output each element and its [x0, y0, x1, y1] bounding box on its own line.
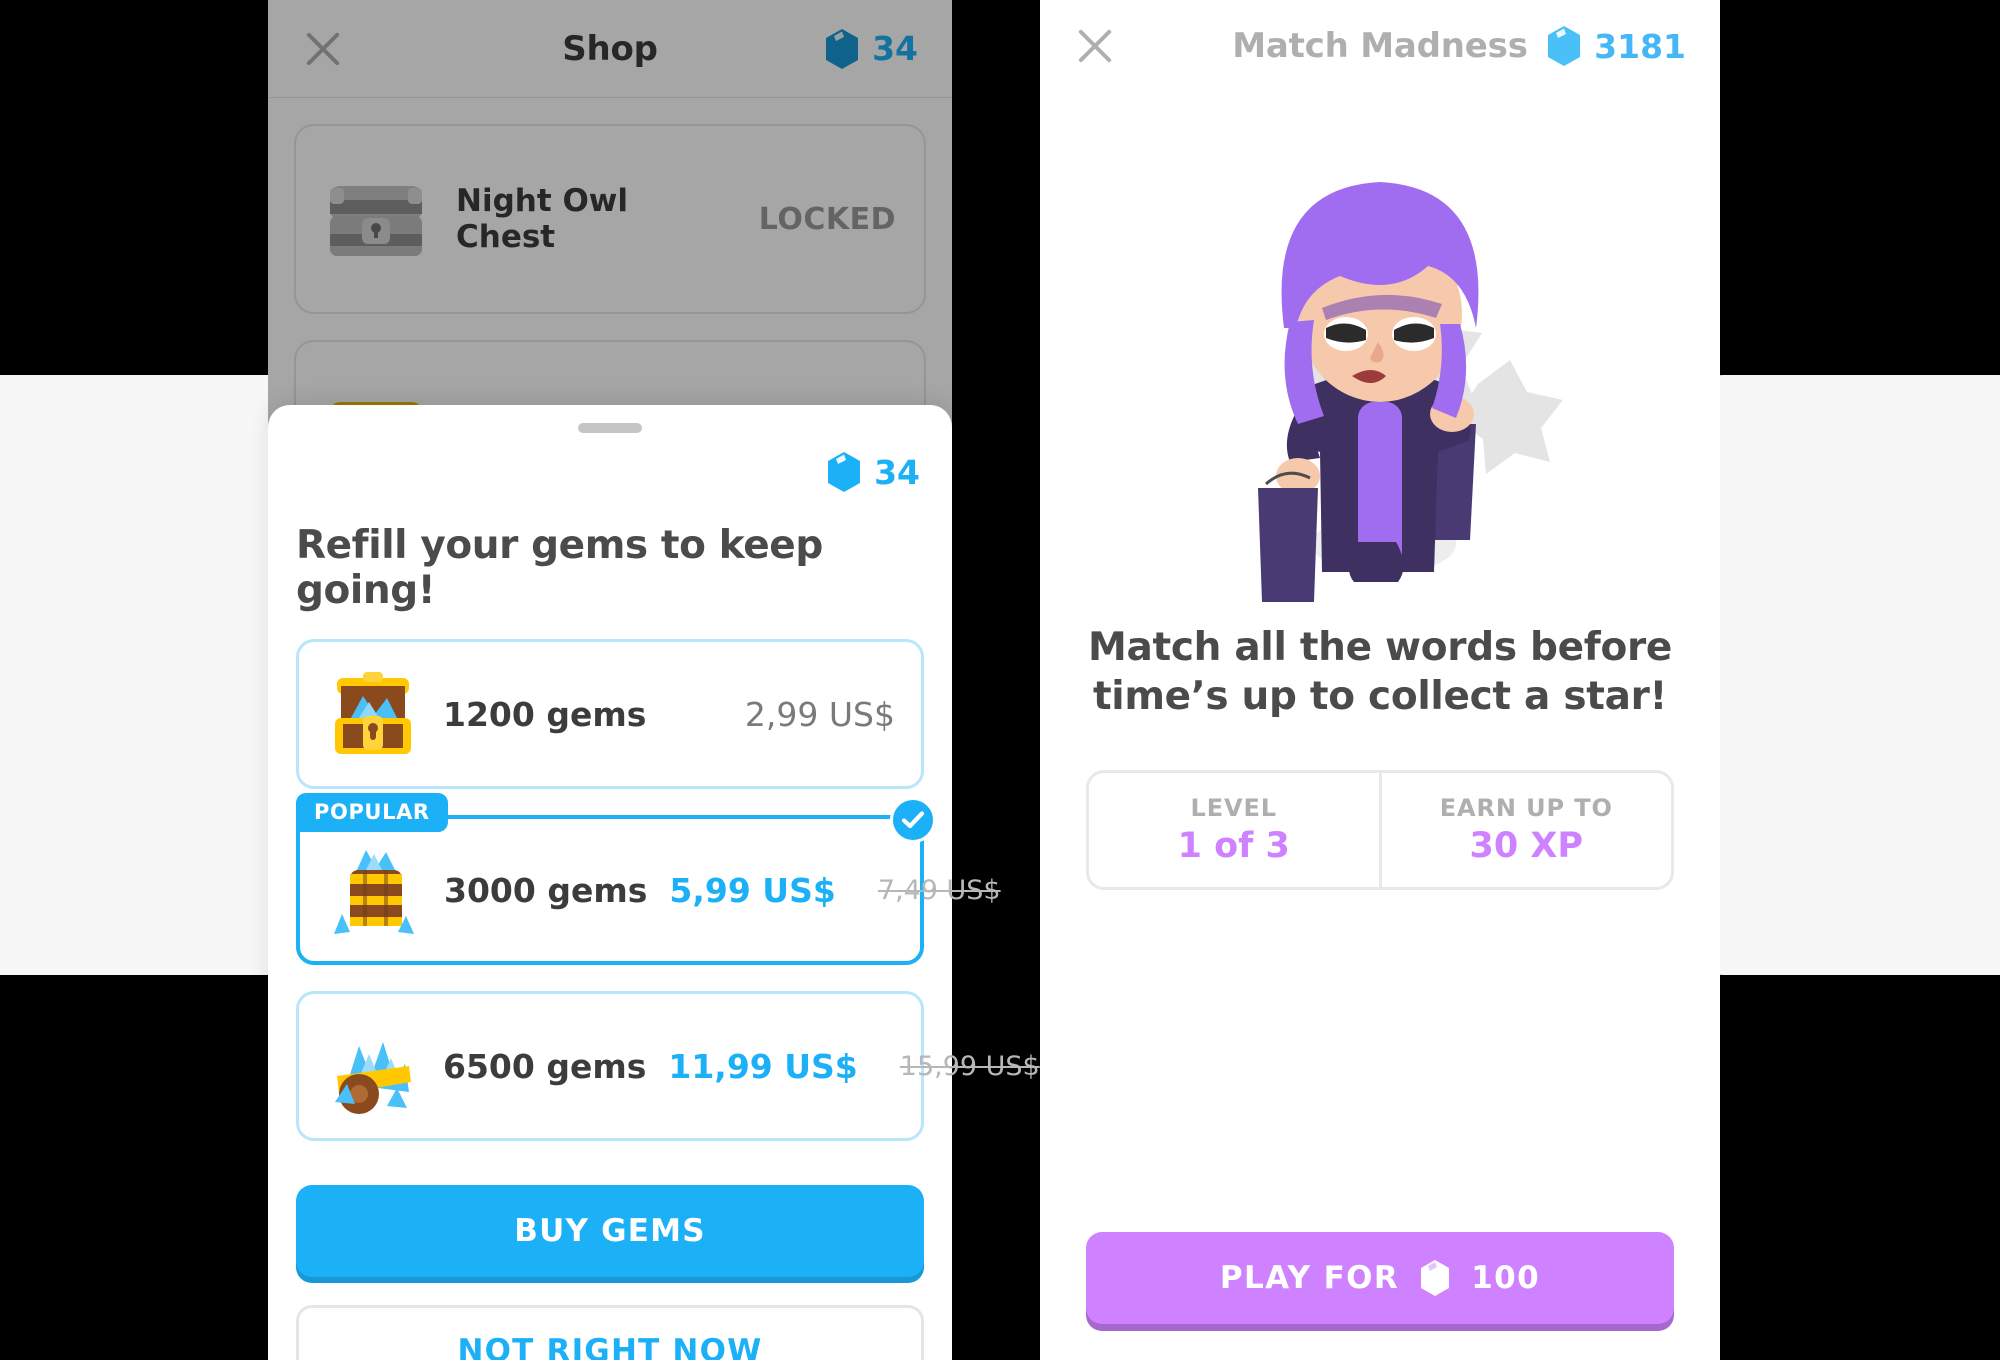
sheet-title: Refill your gems to keep going! — [296, 523, 823, 613]
gem-icon — [1546, 25, 1582, 67]
play-for-button[interactable]: PLAY FOR 100 — [1086, 1232, 1674, 1324]
sheet-gem-count: 34 — [874, 452, 920, 492]
shop-row-action: LOCKED — [758, 201, 896, 237]
gem-pack-price: 11,99 US$ — [668, 1046, 858, 1086]
game-description: Match all the words before time’s up to … — [1087, 625, 1673, 719]
game-gem-counter[interactable]: 3181 — [1546, 25, 1686, 67]
shop-row-name: Night Owl Chest — [456, 183, 629, 255]
gem-pack-option[interactable]: 6500 gems 11,99 US$ 15,99 US$ — [296, 991, 1040, 1141]
gem-pack-option[interactable]: POPULAR 3000 gems 5,99 US$ 7,49 US$ — [296, 793, 1001, 965]
gem-pack-old-price: 7,49 US$ — [877, 874, 1001, 906]
gem-pack-name: 1200 gems — [443, 694, 647, 734]
drag-handle[interactable] — [578, 423, 642, 433]
match-madness-screen: Match Madness 3181 Match all the words b… — [1040, 0, 1720, 1360]
shop-gem-count: 34 — [872, 29, 918, 68]
gem-cart-icon — [325, 1014, 421, 1118]
gem-pack-price: 5,99 US$ — [669, 870, 836, 910]
gem-pack-price: 2,99 US$ — [744, 694, 895, 734]
stat-value: 1 of 3 — [1177, 825, 1290, 866]
stat-value: 30 XP — [1469, 825, 1584, 866]
gem-icon-white — [1419, 1259, 1451, 1297]
screenshot-stage: Shop 34 Night Owl Chest LOCKED 34 Refill… — [0, 0, 2000, 1360]
gem-pack-name: 3000 gems — [444, 870, 648, 910]
gem-pack-old-price: 15,99 US$ — [899, 1050, 1040, 1082]
grey-chest-icon — [324, 176, 428, 262]
popular-badge: POPULAR — [296, 793, 448, 832]
gem-barrel-icon — [326, 838, 422, 942]
play-for-label: PLAY FOR — [1219, 1260, 1400, 1296]
play-for-cost: 100 — [1471, 1260, 1541, 1296]
buy-gems-button[interactable]: BUY GEMS — [296, 1185, 924, 1277]
shop-row[interactable]: Night Owl Chest LOCKED — [294, 124, 926, 314]
shop-gem-counter[interactable]: 34 — [824, 28, 918, 70]
gem-pack-option[interactable]: 1200 gems 2,99 US$ — [296, 639, 924, 789]
game-header: Match Madness 3181 — [1040, 0, 1720, 92]
backdrop-card-right — [1690, 375, 2000, 975]
gem-pack-name: 6500 gems — [443, 1046, 647, 1086]
character-illustration — [1040, 102, 1720, 602]
stat-label: LEVEL — [1190, 793, 1277, 822]
sheet-gem-counter[interactable]: 34 — [296, 451, 924, 493]
not-right-now-button[interactable]: NOT RIGHT NOW — [296, 1305, 924, 1360]
gem-icon — [824, 28, 860, 70]
gem-refill-sheet: 34 Refill your gems to keep going! 1200 … — [268, 405, 1040, 1360]
gem-icon — [826, 451, 862, 493]
gem-chest-icon — [325, 662, 421, 766]
selected-check-icon — [890, 797, 936, 843]
game-stats: LEVEL 1 of 3 EARN UP TO 30 XP — [1086, 769, 1674, 890]
shop-header: Shop 34 — [268, 0, 952, 98]
game-gem-count: 3181 — [1594, 26, 1686, 66]
stat-level: LEVEL 1 of 3 — [1089, 773, 1379, 887]
stat-xp: EARN UP TO 30 XP — [1378, 772, 1672, 887]
stat-label: EARN UP TO — [1439, 793, 1613, 822]
